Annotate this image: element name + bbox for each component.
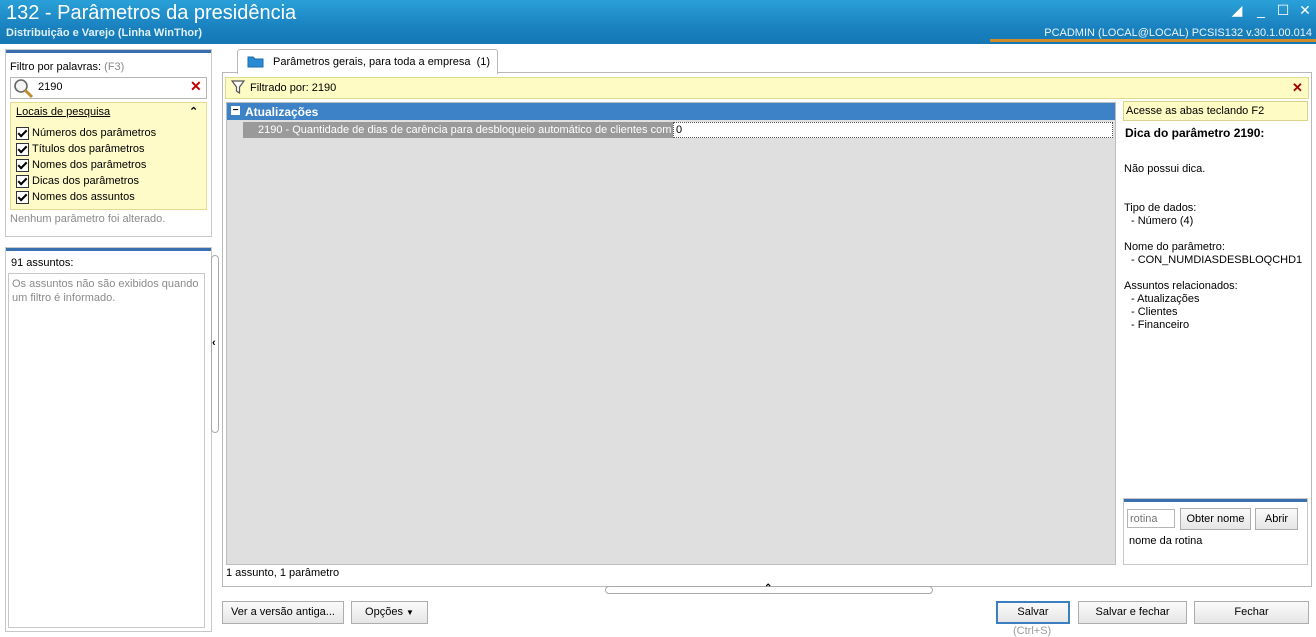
option-label: Dicas dos parâmetros: [32, 175, 139, 187]
search-input[interactable]: 2190: [38, 81, 62, 93]
collapse-left-icon[interactable]: ‹: [212, 337, 216, 349]
routine-name-label: nome da rotina: [1129, 535, 1203, 547]
filter-bar: Filtrado por: 2190 ✕: [225, 77, 1309, 99]
option-subject-names[interactable]: Nomes dos assuntos: [16, 189, 135, 205]
grid-footer-count: 1 assunto, 1 parâmetro: [226, 567, 340, 579]
get-name-button[interactable]: Obter nome: [1180, 508, 1251, 530]
save-shortcut: (Ctrl+S): [1013, 625, 1052, 637]
param-name-label: Nome do parâmetro:: [1124, 241, 1225, 253]
data-type-label: Tipo de dados:: [1124, 202, 1197, 214]
collapse-icon[interactable]: ⌃: [189, 105, 198, 118]
option-label: Números dos parâmetros: [32, 127, 157, 139]
checkbox[interactable]: [16, 174, 29, 188]
data-type-value: - Número (4): [1131, 215, 1194, 227]
clear-search-icon[interactable]: ✕: [190, 78, 202, 95]
save-button[interactable]: Salvar: [996, 601, 1070, 624]
filter-label: Filtro por palavras:: [10, 61, 102, 73]
close-button[interactable]: Fechar: [1194, 601, 1309, 624]
old-version-label: Ver a versão antiga...: [231, 606, 335, 618]
status-accent-line: [990, 39, 1316, 42]
filter-text: Filtrado por: 2190: [250, 82, 337, 94]
tab-count: (1): [476, 56, 491, 68]
panel-header-bar: [6, 248, 211, 251]
collapse-group-icon[interactable]: −: [231, 106, 240, 116]
related-subject: - Clientes: [1131, 306, 1178, 318]
routine-lookup-panel: Obter nome Abrir nome da rotina: [1123, 498, 1308, 565]
expand-bottom-icon[interactable]: ⌃: [764, 583, 772, 594]
filter-label-row: Filtro por palavras: (F3): [10, 61, 124, 73]
related-subject: - Financeiro: [1131, 319, 1190, 331]
group-header-row[interactable]: − Atualizações: [227, 103, 1115, 120]
param-name-value: - CON_NUMDIASDESBLOQCHD1: [1131, 254, 1303, 266]
table-row[interactable]: 2190 - Quantidade de dias de carência pa…: [243, 122, 1113, 138]
window-subtitle: Distribuição e Varejo (Linha WinThor): [6, 27, 203, 39]
options-label: Opções: [365, 606, 403, 618]
panel-header-bar: [6, 50, 211, 53]
option-param-hints[interactable]: Dicas dos parâmetros: [16, 173, 139, 189]
option-label: Nomes dos assuntos: [32, 191, 135, 203]
maximize-button[interactable]: ☐: [1274, 2, 1292, 18]
tab-general-parameters[interactable]: Parâmetros gerais, para toda a empresa (…: [237, 49, 498, 74]
filter-shortcut: (F3): [104, 61, 125, 73]
hint-title: Dica do parâmetro 2190:: [1125, 126, 1265, 140]
param-value-field[interactable]: 0: [673, 122, 1113, 138]
folder-icon: [247, 56, 264, 68]
subjects-message: Os assuntos não são exibidos quando um f…: [12, 278, 199, 304]
filter-icon: [231, 80, 245, 95]
subjects-count: 91 assuntos:: [11, 257, 74, 269]
title-bar: 132 - Parâmetros da presidência Distribu…: [0, 0, 1316, 44]
checkbox[interactable]: [16, 158, 29, 172]
save-and-close-button[interactable]: Salvar e fechar: [1078, 601, 1187, 624]
related-subject: - Atualizações: [1131, 293, 1200, 305]
search-locations-box: Locais de pesquisa ⌃ Números dos parâmet…: [10, 102, 207, 210]
group-title: Atualizações: [245, 105, 319, 119]
option-label: Títulos dos parâmetros: [32, 143, 145, 155]
option-param-numbers[interactable]: Números dos parâmetros: [16, 125, 156, 141]
tab-label: Parâmetros gerais, para toda a empresa: [273, 56, 471, 68]
option-label: Nomes dos parâmetros: [32, 159, 147, 171]
hint-header: Acesse as abas teclando F2: [1123, 101, 1308, 121]
related-subjects-label: Assuntos relacionados:: [1124, 280, 1238, 292]
routine-input[interactable]: [1127, 509, 1175, 528]
hint-header-text: Acesse as abas teclando F2: [1126, 105, 1265, 117]
clear-filter-icon[interactable]: ✕: [1292, 80, 1303, 96]
panel-header-bar: [1124, 499, 1307, 502]
subjects-list[interactable]: Os assuntos não são exibidos quando um f…: [8, 273, 205, 628]
old-version-button[interactable]: Ver a versão antiga...: [222, 601, 344, 624]
hint-none: Não possui dica.: [1124, 163, 1206, 175]
open-routine-button[interactable]: Abrir: [1255, 508, 1298, 530]
options-button[interactable]: Opções ▼: [351, 601, 428, 624]
checkbox[interactable]: [16, 126, 29, 140]
option-param-titles[interactable]: Títulos dos parâmetros: [16, 141, 145, 157]
search-icon: [14, 79, 34, 99]
search-locations-title: Locais de pesquisa: [16, 106, 111, 118]
user-info: PCADMIN (LOCAL@LOCAL) PCSIS132 v.30.1.00…: [1044, 27, 1312, 39]
restore-layout-icon[interactable]: ◢: [1228, 2, 1246, 18]
checkbox[interactable]: [16, 142, 29, 156]
minimize-button[interactable]: _: [1252, 2, 1270, 18]
parameters-grid: − Atualizações 2190 - Quantidade de dias…: [226, 102, 1116, 565]
param-label-cell: 2190 - Quantidade de dias de carência pa…: [243, 122, 673, 138]
option-param-names[interactable]: Nomes dos parâmetros: [16, 157, 146, 173]
checkbox[interactable]: [16, 190, 29, 204]
window-title: 132 - Parâmetros da presidência: [6, 2, 297, 24]
change-status: Nenhum parâmetro foi alterado.: [10, 213, 166, 225]
search-box[interactable]: 2190 ✕: [10, 77, 207, 99]
close-window-button[interactable]: ✕: [1296, 2, 1314, 18]
dropdown-arrow-icon: ▼: [406, 608, 414, 617]
